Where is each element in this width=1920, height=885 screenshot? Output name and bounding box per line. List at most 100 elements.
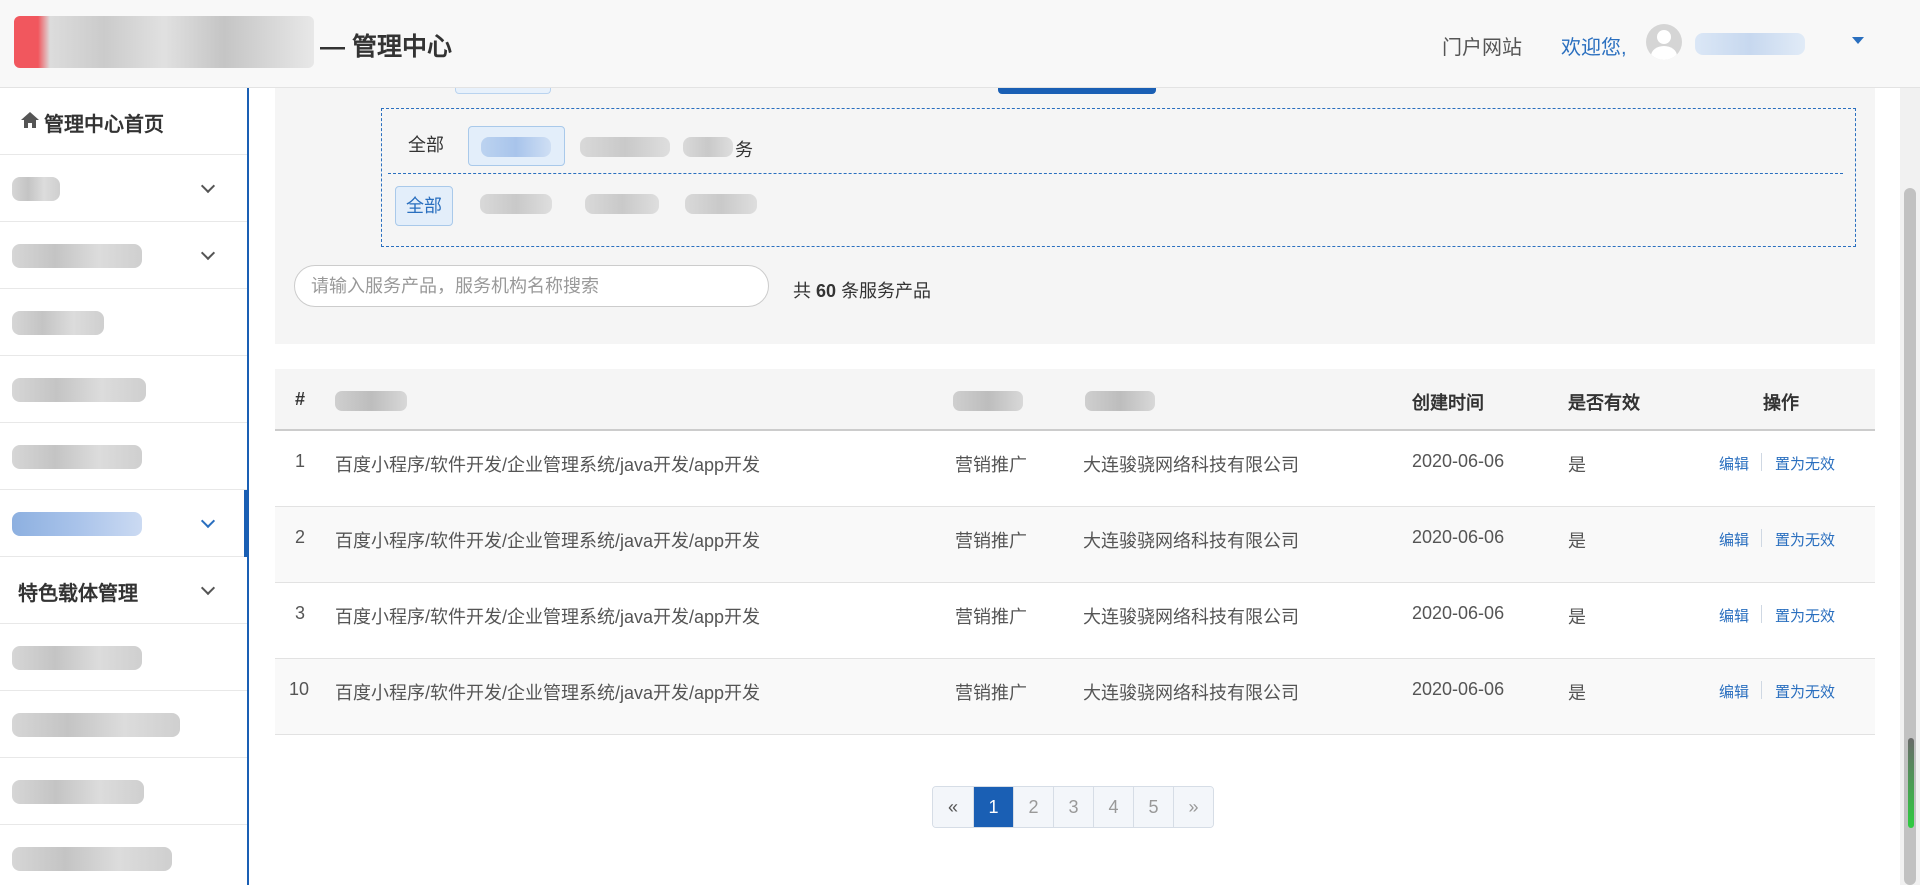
table-row: 2 百度小程序/软件开发/企业管理系统/java开发/app开发 营销推广 大连… <box>275 507 1875 583</box>
row-created: 2020-06-06 <box>1412 527 1505 547</box>
col-action: 操作 <box>1763 393 1799 413</box>
row-org: 大连骏骁网络科技有限公司 <box>1083 607 1299 627</box>
vertical-scrollbar[interactable] <box>1900 88 1920 885</box>
avatar[interactable] <box>1646 24 1682 60</box>
page-button-3[interactable]: 3 <box>1053 787 1093 827</box>
row-valid: 是 <box>1568 607 1586 627</box>
row-org: 大连骏骁网络科技有限公司 <box>1083 531 1299 551</box>
chip-label <box>481 137 551 157</box>
col-index: # <box>295 389 306 409</box>
sidebar-item-11[interactable] <box>0 825 247 885</box>
sidebar-item-home[interactable]: 管理中心首页 <box>0 88 247 155</box>
brand-logo <box>14 16 314 68</box>
page-title: — 管理中心 <box>320 33 452 61</box>
chevron-down-icon <box>200 580 216 596</box>
sidebar-item-6[interactable] <box>0 490 249 557</box>
count-prefix: 共 <box>793 281 811 301</box>
row-index: 1 <box>295 451 306 471</box>
filter-tab-stub[interactable] <box>455 88 551 94</box>
page-button-5[interactable]: 5 <box>1133 787 1173 827</box>
filter-row2-chip-3[interactable] <box>685 194 757 214</box>
user-name[interactable] <box>1695 33 1805 55</box>
filter-row1-chip-2[interactable] <box>580 137 670 157</box>
row-created: 2020-06-06 <box>1412 679 1505 699</box>
count-suffix: 条服务产品 <box>841 281 932 301</box>
action-separator <box>1761 453 1762 471</box>
row-org: 大连骏骁网络科技有限公司 <box>1083 683 1299 703</box>
row-type: 营销推广 <box>955 455 1027 475</box>
sidebar-item-2[interactable] <box>0 222 247 289</box>
scroll-indicator <box>1908 738 1914 828</box>
sidebar-item-8[interactable] <box>0 624 247 691</box>
filter-row1-all[interactable]: 全部 <box>398 126 454 166</box>
row-product: 百度小程序/软件开发/企业管理系统/java开发/app开发 <box>335 531 761 551</box>
top-header: — 管理中心 门户网站 欢迎您, <box>0 0 1920 88</box>
search-input[interactable] <box>294 265 769 307</box>
row-valid: 是 <box>1568 683 1586 703</box>
row-type: 营销推广 <box>955 683 1027 703</box>
filter-row2-all[interactable]: 全部 <box>395 186 453 226</box>
sidebar-item-label <box>12 512 142 536</box>
chevron-down-icon <box>200 178 216 194</box>
sidebar-item-10[interactable] <box>0 758 247 825</box>
action-separator <box>1761 605 1762 623</box>
row-index: 3 <box>295 603 306 623</box>
row-org: 大连骏骁网络科技有限公司 <box>1083 455 1299 475</box>
home-icon <box>21 112 39 128</box>
sidebar-item-label <box>12 445 142 469</box>
invalidate-link[interactable]: 置为无效 <box>1775 605 1835 626</box>
row-type: 营销推广 <box>955 531 1027 551</box>
edit-link[interactable]: 编辑 <box>1719 681 1749 702</box>
filter-row1-chip-3[interactable] <box>683 137 733 157</box>
col-org <box>1085 391 1155 411</box>
edit-link[interactable]: 编辑 <box>1719 605 1749 626</box>
count-number: 60 <box>816 281 837 301</box>
filter-divider <box>388 173 1843 174</box>
next-page-button[interactable]: » <box>1173 787 1213 827</box>
page-button-2[interactable]: 2 <box>1013 787 1053 827</box>
sidebar-item-label <box>12 244 142 268</box>
pagination: « 1 2 3 4 5 » <box>932 786 1214 828</box>
row-valid: 是 <box>1568 531 1586 551</box>
sidebar-item-label <box>12 847 172 871</box>
chevron-down-icon <box>200 245 216 261</box>
filter-row1-chip-selected[interactable] <box>468 126 565 166</box>
col-created: 创建时间 <box>1412 393 1484 413</box>
welcome-text: 欢迎您, <box>1561 37 1627 59</box>
row-valid: 是 <box>1568 455 1586 475</box>
edit-link[interactable]: 编辑 <box>1719 453 1749 474</box>
row-created: 2020-06-06 <box>1412 603 1505 623</box>
filter-row2-chip-1[interactable] <box>480 194 552 214</box>
sidebar-item-label: 特色载体管理 <box>18 583 138 605</box>
filter-button-stub[interactable] <box>998 88 1156 94</box>
portal-link[interactable]: 门户网站 <box>1442 31 1522 60</box>
sidebar-item-5[interactable] <box>0 423 247 490</box>
invalidate-link[interactable]: 置为无效 <box>1775 453 1835 474</box>
sidebar-item-label: 管理中心首页 <box>44 114 164 136</box>
edit-link[interactable]: 编辑 <box>1719 529 1749 550</box>
sidebar-item-label <box>12 378 146 402</box>
page-button-4[interactable]: 4 <box>1093 787 1133 827</box>
row-index: 2 <box>295 527 306 547</box>
row-type: 营销推广 <box>955 607 1027 627</box>
sidebar-item-9[interactable] <box>0 691 247 758</box>
category-filter-box <box>381 108 1856 247</box>
table-row: 1 百度小程序/软件开发/企业管理系统/java开发/app开发 营销推广 大连… <box>275 431 1875 507</box>
invalidate-link[interactable]: 置为无效 <box>1775 681 1835 702</box>
sidebar-item-4[interactable] <box>0 356 247 423</box>
sidebar-item-1[interactable] <box>0 155 247 222</box>
page-button-1[interactable]: 1 <box>973 787 1013 827</box>
row-product: 百度小程序/软件开发/企业管理系统/java开发/app开发 <box>335 455 761 475</box>
filter-row2-chip-2[interactable] <box>585 194 659 214</box>
prev-page-button[interactable]: « <box>933 787 973 827</box>
chevron-down-icon[interactable] <box>1852 37 1864 44</box>
row-product: 百度小程序/软件开发/企业管理系统/java开发/app开发 <box>335 683 761 703</box>
sidebar-item-3[interactable] <box>0 289 247 356</box>
sidebar-item-featured-carrier[interactable]: 特色载体管理 <box>0 557 247 624</box>
invalidate-link[interactable]: 置为无效 <box>1775 529 1835 550</box>
result-count: 共 60 条服务产品 <box>793 277 931 303</box>
row-product: 百度小程序/软件开发/企业管理系统/java开发/app开发 <box>335 607 761 627</box>
table-row: 10 百度小程序/软件开发/企业管理系统/java开发/app开发 营销推广 大… <box>275 659 1875 735</box>
col-type <box>953 391 1023 411</box>
col-valid: 是否有效 <box>1568 393 1640 413</box>
